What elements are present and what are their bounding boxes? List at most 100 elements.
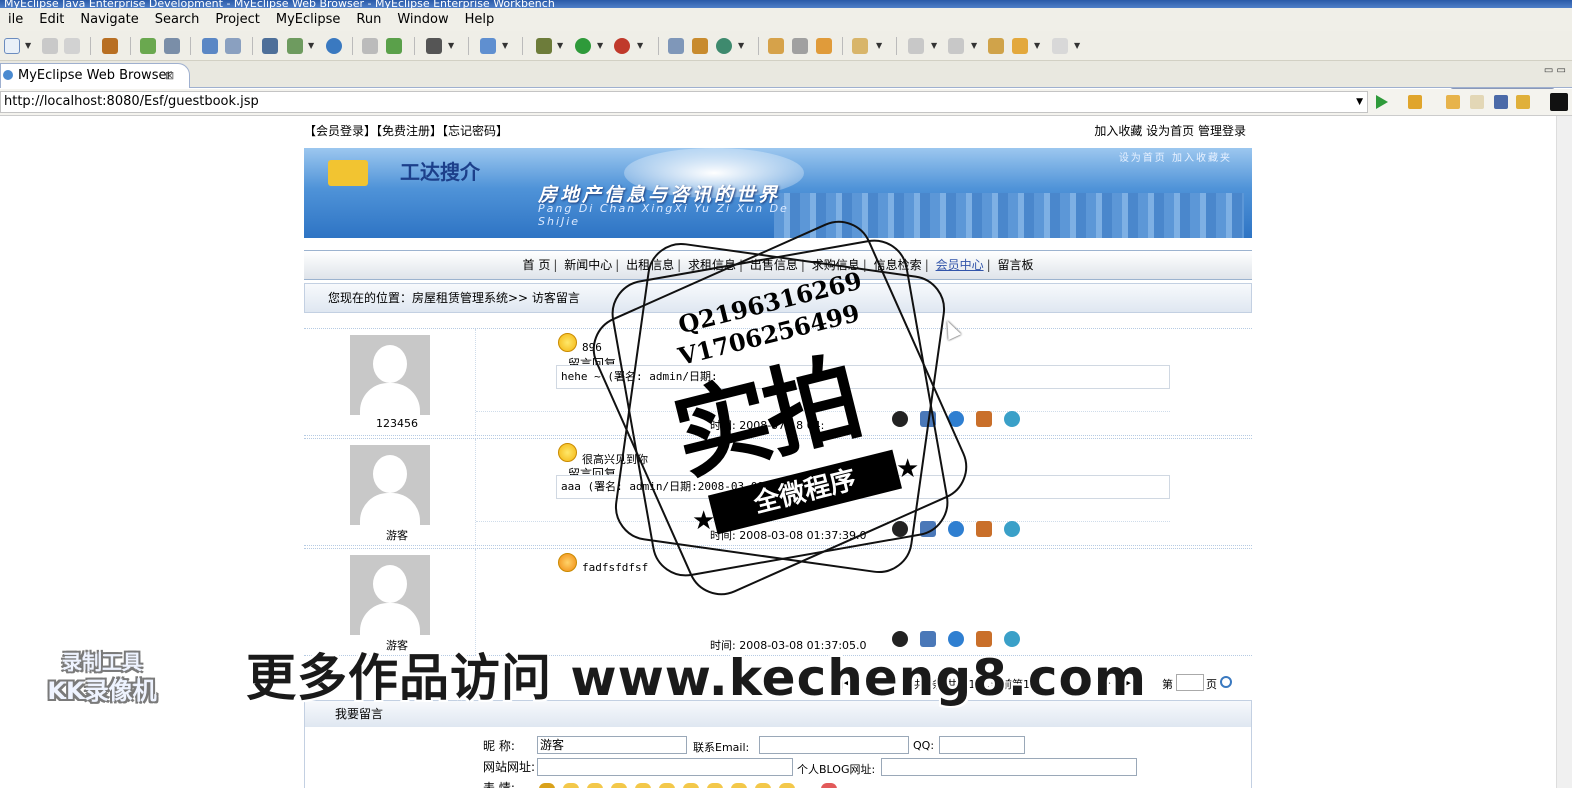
- blog-icon[interactable]: [1004, 521, 1020, 537]
- menu-run[interactable]: Run: [348, 8, 389, 31]
- forward-icon[interactable]: [1470, 95, 1484, 109]
- back-icon[interactable]: [1446, 95, 1460, 109]
- chevron-down-icon[interactable]: ▼: [637, 41, 643, 50]
- emoticon-icon[interactable]: [563, 783, 579, 788]
- task-icon[interactable]: [816, 38, 832, 54]
- emoticon-icon[interactable]: [635, 783, 651, 788]
- open-folder-icon[interactable]: [768, 38, 784, 54]
- next-annotation-icon[interactable]: [908, 38, 924, 54]
- manage-deployments-icon[interactable]: [262, 38, 278, 54]
- run-server-icon[interactable]: [287, 38, 303, 54]
- stop-icon[interactable]: [1494, 95, 1508, 109]
- menu-myeclipse[interactable]: MyEclipse: [268, 8, 349, 31]
- nav-sale[interactable]: 出售信息: [747, 258, 801, 272]
- debug-icon[interactable]: [536, 38, 552, 54]
- new-icon[interactable]: [4, 38, 20, 54]
- chevron-down-icon[interactable]: ▼: [557, 41, 563, 50]
- banner-links[interactable]: 设为首页 加入收藏夹: [1119, 149, 1232, 164]
- chevron-down-icon[interactable]: ▼: [448, 41, 454, 50]
- preview-icon[interactable]: [1550, 93, 1568, 111]
- window-controls-icon[interactable]: ▭ ▭: [1544, 65, 1566, 76]
- menu-navigate[interactable]: Navigate: [72, 8, 146, 31]
- nav-rent-wanted[interactable]: 求租信息: [685, 258, 739, 272]
- home-icon[interactable]: [976, 411, 992, 427]
- run-icon[interactable]: [575, 38, 591, 54]
- open-type-icon[interactable]: [362, 38, 378, 54]
- menu-search[interactable]: Search: [147, 8, 208, 31]
- qq-icon[interactable]: [892, 521, 908, 537]
- email-input[interactable]: [759, 736, 909, 754]
- terminal-icon[interactable]: [426, 38, 442, 54]
- email-icon[interactable]: [920, 521, 936, 537]
- nav-rent-out[interactable]: 出租信息: [623, 258, 677, 272]
- nick-input[interactable]: 游客: [537, 736, 687, 754]
- menu-edit[interactable]: Edit: [31, 8, 72, 31]
- page-number-input[interactable]: [1176, 674, 1204, 691]
- chevron-down-icon[interactable]: ▼: [738, 41, 744, 50]
- nav-buy-wanted[interactable]: 求购信息: [809, 258, 863, 272]
- search-tool-icon[interactable]: [792, 38, 808, 54]
- external-tools-icon[interactable]: [614, 38, 630, 54]
- chevron-down-icon[interactable]: ▼: [971, 41, 977, 50]
- hierarchy-icon[interactable]: [668, 38, 684, 54]
- email-icon[interactable]: [920, 411, 936, 427]
- chevron-down-icon[interactable]: ▼: [25, 41, 31, 50]
- favorites-icon[interactable]: [1408, 95, 1422, 109]
- refresh-icon[interactable]: [716, 38, 732, 54]
- menu-help[interactable]: Help: [457, 8, 503, 31]
- ie-icon[interactable]: [948, 411, 964, 427]
- chevron-down-icon[interactable]: ▼: [1356, 92, 1363, 112]
- emoticon-icon[interactable]: [539, 783, 555, 788]
- globe-icon[interactable]: [326, 38, 342, 54]
- site-input[interactable]: [537, 758, 793, 776]
- emoticon-icon[interactable]: [779, 783, 795, 788]
- nav-search[interactable]: 信息检索: [871, 258, 925, 272]
- site-util-links[interactable]: 加入收藏 设为首页 管理登录: [1094, 122, 1246, 139]
- annotation-icon[interactable]: [852, 38, 868, 54]
- last-edit-icon[interactable]: [988, 38, 1004, 54]
- chevron-down-icon[interactable]: ▼: [308, 41, 314, 50]
- forward-icon[interactable]: [1052, 38, 1068, 54]
- chevron-down-icon[interactable]: ▼: [876, 41, 882, 50]
- new-class-icon[interactable]: [480, 38, 496, 54]
- bug-icon[interactable]: [140, 38, 156, 54]
- ie-icon[interactable]: [948, 521, 964, 537]
- chevron-down-icon[interactable]: ▼: [597, 41, 603, 50]
- url-input[interactable]: http://localhost:8080/Esf/guestbook.jsp …: [0, 91, 1368, 113]
- go-icon[interactable]: [1376, 95, 1388, 109]
- home-icon[interactable]: [976, 521, 992, 537]
- menu-window[interactable]: Window: [389, 8, 456, 31]
- go-page-icon[interactable]: [1220, 676, 1232, 688]
- emoticon-icon[interactable]: [587, 783, 603, 788]
- back-icon[interactable]: [1012, 38, 1028, 54]
- web-service-icon[interactable]: [692, 38, 708, 54]
- emoticon-icon[interactable]: [611, 783, 627, 788]
- print-icon[interactable]: [64, 38, 80, 54]
- qq-icon[interactable]: [892, 411, 908, 427]
- menu-file[interactable]: ile: [0, 8, 31, 31]
- nav-news[interactable]: 新闻中心: [561, 258, 615, 272]
- blog-icon[interactable]: [1004, 411, 1020, 427]
- member-links[interactable]: 【会员登录】【免费注册】【忘记密码】: [304, 122, 508, 139]
- chevron-down-icon[interactable]: ▼: [502, 41, 508, 50]
- nav-guestbook[interactable]: 留言板: [994, 258, 1036, 272]
- close-icon[interactable]: ⊠: [165, 64, 174, 87]
- nav-home[interactable]: 首 页: [520, 258, 554, 272]
- refresh-icon[interactable]: [1516, 95, 1530, 109]
- emoticon-icon[interactable]: [707, 783, 723, 788]
- emoticon-icon[interactable]: [659, 783, 675, 788]
- emoticon-icon[interactable]: [755, 783, 771, 788]
- menu-project[interactable]: Project: [207, 8, 267, 31]
- save-icon[interactable]: [42, 38, 58, 54]
- chevron-down-icon[interactable]: ▼: [1034, 41, 1040, 50]
- qq-input[interactable]: [939, 736, 1025, 754]
- package-icon[interactable]: [102, 38, 118, 54]
- blog-input[interactable]: [881, 758, 1137, 776]
- emoticon-icon[interactable]: [731, 783, 747, 788]
- emoticon-icon[interactable]: [683, 783, 699, 788]
- vertical-scrollbar[interactable]: [1556, 116, 1572, 788]
- emoticon-icon[interactable]: [821, 783, 837, 788]
- deploy-icon[interactable]: [202, 38, 218, 54]
- tab-web-browser[interactable]: MyEclipse Web Browser ⊠: [0, 63, 190, 88]
- expression-picker[interactable]: [539, 783, 839, 788]
